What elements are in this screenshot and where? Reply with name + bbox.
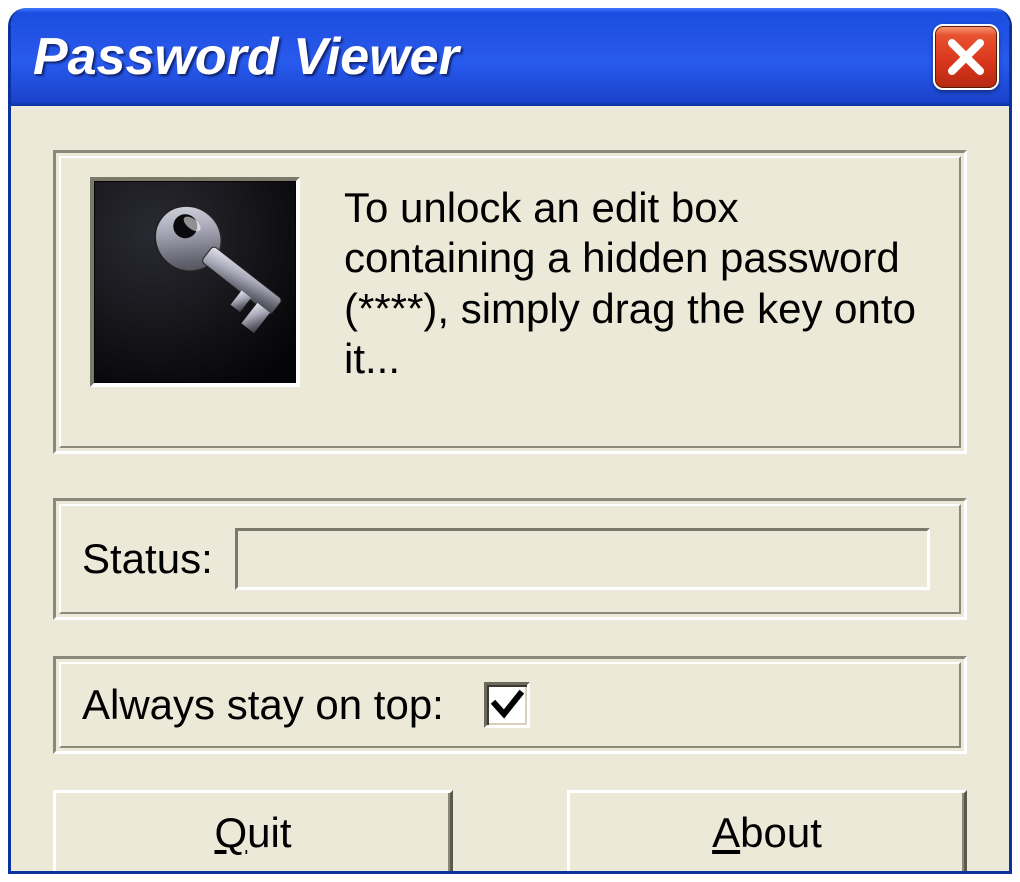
about-button-accel: A xyxy=(712,809,740,857)
app-window: Password Viewer xyxy=(8,8,1012,874)
key-icon xyxy=(95,182,295,382)
always-on-top-panel: Always stay on top: xyxy=(53,656,967,754)
instructions-text: To unlock an edit box containing a hidde… xyxy=(344,177,930,385)
window-title: Password Viewer xyxy=(33,27,933,87)
checkmark-icon xyxy=(490,688,524,722)
quit-button-suffix: uit xyxy=(247,809,291,857)
always-on-top-checkbox[interactable] xyxy=(484,682,530,728)
instructions-panel: To unlock an edit box containing a hidde… xyxy=(53,150,967,454)
drag-key-handle[interactable] xyxy=(90,177,300,387)
status-panel: Status: xyxy=(53,498,967,620)
about-button[interactable]: About xyxy=(567,790,967,874)
titlebar[interactable]: Password Viewer xyxy=(11,8,1009,106)
quit-button[interactable]: Quit xyxy=(53,790,453,874)
quit-button-accel: Q xyxy=(214,809,247,857)
status-field xyxy=(235,528,930,590)
always-on-top-label: Always stay on top: xyxy=(82,681,444,729)
close-button[interactable] xyxy=(933,24,999,90)
close-icon xyxy=(946,37,986,77)
about-button-suffix: bout xyxy=(740,809,822,857)
status-label: Status: xyxy=(82,535,213,583)
client-area: To unlock an edit box containing a hidde… xyxy=(19,116,1001,863)
button-row: Quit About xyxy=(53,790,967,874)
